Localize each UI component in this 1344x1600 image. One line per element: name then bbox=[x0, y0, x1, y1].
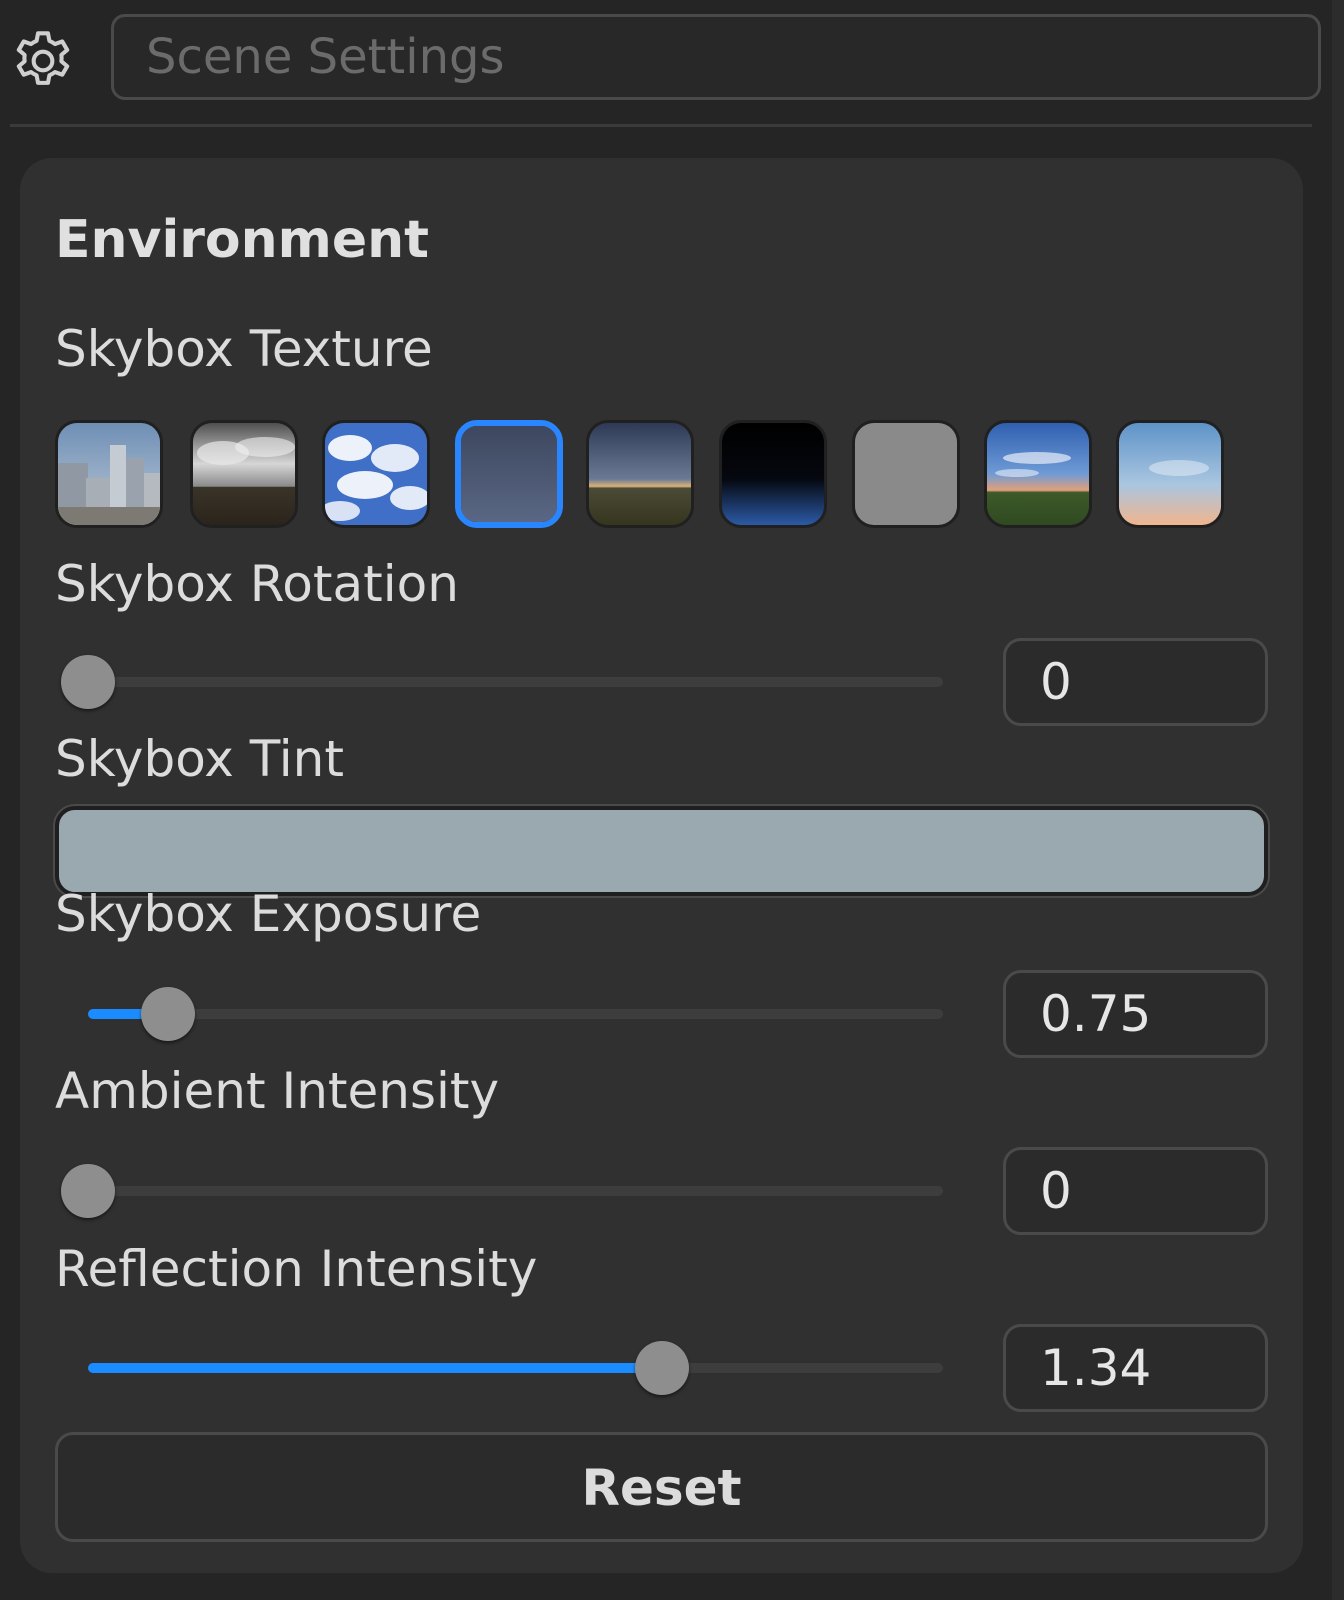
skybox-exposure-track[interactable] bbox=[88, 1009, 943, 1019]
reflection-intensity-fill bbox=[88, 1363, 663, 1373]
skybox-option-city[interactable] bbox=[55, 420, 163, 528]
overcast-skybox-icon bbox=[193, 423, 295, 525]
sunset-field-skybox-icon bbox=[987, 423, 1089, 525]
ambient-intensity-track[interactable] bbox=[88, 1186, 943, 1196]
skybox-option-gray[interactable] bbox=[852, 420, 960, 528]
skybox-rotation-thumb[interactable] bbox=[61, 655, 115, 709]
skybox-exposure-label: Skybox Exposure bbox=[55, 885, 482, 943]
skybox-texture-label: Skybox Texture bbox=[55, 320, 433, 378]
skybox-tint-label: Skybox Tint bbox=[55, 730, 344, 788]
skybox-option-space[interactable] bbox=[719, 420, 827, 528]
reflection-intensity-input[interactable]: 1.34 bbox=[1003, 1324, 1268, 1412]
gear-icon[interactable] bbox=[8, 26, 78, 96]
section-title: Environment bbox=[55, 210, 429, 270]
space-skybox-icon bbox=[722, 423, 824, 525]
dusk-field-skybox-icon bbox=[589, 423, 691, 525]
skybox-option-night-sky[interactable] bbox=[455, 420, 563, 528]
search-input[interactable] bbox=[111, 14, 1321, 100]
skybox-exposure-thumb[interactable] bbox=[141, 987, 195, 1041]
skybox-rotation-label: Skybox Rotation bbox=[55, 555, 459, 613]
skybox-tint-swatch[interactable] bbox=[55, 806, 1268, 896]
reflection-intensity-label: Reflection Intensity bbox=[55, 1240, 538, 1298]
ambient-intensity-input[interactable]: 0 bbox=[1003, 1147, 1268, 1235]
window-edge bbox=[1332, 0, 1344, 1600]
gray-skybox-icon bbox=[855, 423, 957, 525]
city-skybox-icon bbox=[58, 423, 160, 525]
night-sky-skybox-icon bbox=[461, 426, 557, 522]
skybox-option-overcast[interactable] bbox=[190, 420, 298, 528]
ambient-intensity-thumb[interactable] bbox=[61, 1164, 115, 1218]
skybox-option-sunset-field[interactable] bbox=[984, 420, 1092, 528]
reflection-intensity-thumb[interactable] bbox=[635, 1341, 689, 1395]
pastel-sky-skybox-icon bbox=[1119, 423, 1221, 525]
ambient-intensity-label: Ambient Intensity bbox=[55, 1062, 500, 1120]
skybox-option-cloudy-sky[interactable] bbox=[322, 420, 430, 528]
reset-button[interactable]: Reset bbox=[55, 1432, 1268, 1542]
skybox-option-dusk-field[interactable] bbox=[586, 420, 694, 528]
top-bar bbox=[0, 0, 1344, 120]
skybox-exposure-input[interactable]: 0.75 bbox=[1003, 970, 1268, 1058]
skybox-rotation-track[interactable] bbox=[88, 677, 943, 687]
skybox-rotation-input[interactable]: 0 bbox=[1003, 638, 1268, 726]
cloudy-sky-skybox-icon bbox=[325, 423, 427, 525]
skybox-option-pastel-sky[interactable] bbox=[1116, 420, 1224, 528]
divider bbox=[10, 124, 1312, 127]
